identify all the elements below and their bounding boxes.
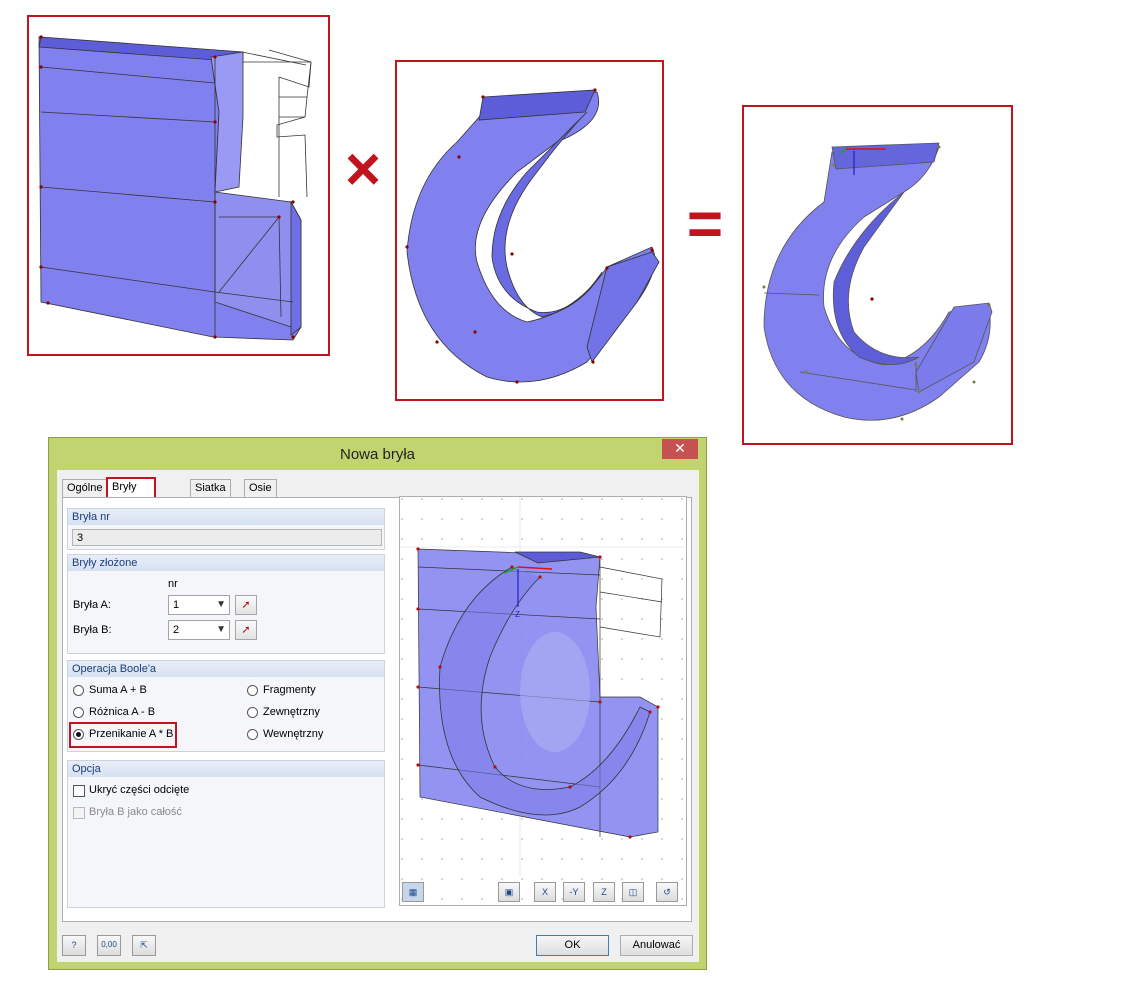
solid-a-label: Bryła A: <box>73 599 111 611</box>
new-solid-dialog: Nowa bryła ✕ Ogólne Bryły złożone Siatka… <box>48 437 707 970</box>
radio-internal[interactable] <box>247 729 258 740</box>
display-options-icon[interactable]: ▦ <box>402 882 424 902</box>
tab-fe-mesh[interactable]: Siatka ES <box>190 479 231 511</box>
solid-a-select[interactable]: 1 ▼ <box>168 595 230 615</box>
option-header: Opcja <box>68 761 384 777</box>
solid-no-header: Bryła nr <box>68 509 384 525</box>
equals-operator: = <box>686 190 724 259</box>
view-z-icon[interactable]: Z <box>593 882 615 902</box>
solid-a-drawing <box>38 35 312 341</box>
isometric-view-icon[interactable]: ◫ <box>622 882 644 902</box>
internal-label: Wewnętrzny <box>263 728 324 740</box>
option-group: Opcja Ukryć części odcięte Bryła B jako … <box>67 760 385 908</box>
pick-cursor-icon: ➚ <box>241 624 251 636</box>
close-button[interactable]: ✕ <box>662 439 698 459</box>
tab-axes[interactable]: Osie <box>244 479 277 497</box>
nr-column-header: nr <box>168 578 178 590</box>
pick-solid-a-button[interactable]: ➚ <box>235 595 257 615</box>
radio-fragments[interactable] <box>247 685 258 696</box>
union-label: Suma A + B <box>89 684 147 696</box>
boolean-group: Operacja Boole'a Suma A + B Różnica A - … <box>67 660 385 752</box>
preview-drawing: Z <box>400 497 686 905</box>
pick-from-graphics-icon[interactable]: ⇱ <box>132 935 156 956</box>
view-x-icon[interactable]: X <box>534 882 556 902</box>
radio-difference[interactable] <box>73 707 84 718</box>
result-panel <box>742 105 1013 445</box>
dialog-title: Nowa bryła <box>339 446 416 463</box>
composite-header: Bryły złożone <box>68 555 384 571</box>
preview-z-axis-label: Z <box>515 610 520 619</box>
solid-no-group: Bryła nr 3 <box>67 508 385 550</box>
external-label: Zewnętrzny <box>263 706 320 718</box>
help-icon[interactable]: ? <box>62 935 86 956</box>
preview-panel[interactable]: Z ▦ ▣ X -Y Z ◫ ↺ <box>399 496 687 906</box>
cancel-button[interactable]: Anulować <box>620 935 693 956</box>
hide-cut-label: Ukryć części odcięte <box>89 784 190 796</box>
radio-external[interactable] <box>247 707 258 718</box>
solid-b-value: 2 <box>173 624 180 636</box>
hide-cut-checkbox[interactable] <box>73 785 85 797</box>
composite-group: Bryły złożone nr Bryła A: 1 ▼ ➚ Bryła B:… <box>67 554 385 654</box>
tab-general[interactable]: Ogólne <box>62 479 108 497</box>
dialog-client: Ogólne Bryły złożone Siatka ES Osie Brył… <box>57 470 699 962</box>
result-drawing <box>762 142 993 421</box>
chevron-down-icon: ▼ <box>216 599 226 610</box>
reset-view-icon[interactable]: ↺ <box>656 882 678 902</box>
units-icon[interactable]: 0,00 <box>97 935 121 956</box>
tab-panel: Bryła nr 3 Bryły złożone nr Bryła A: 1 ▼… <box>62 496 692 922</box>
boolean-header: Operacja Boole'a <box>68 661 384 677</box>
difference-label: Różnica A - B <box>89 706 156 718</box>
chevron-down-icon: ▼ <box>216 624 226 635</box>
solid-b-panel <box>395 60 664 401</box>
solid-b-drawing <box>405 88 660 384</box>
pick-cursor-icon: ➚ <box>241 599 251 611</box>
solid-b-whole-label: Bryła B jako całość <box>89 806 182 818</box>
fragments-label: Fragmenty <box>263 684 316 696</box>
radio-union[interactable] <box>73 685 84 696</box>
solid-a-value: 1 <box>173 599 180 611</box>
solid-a-panel <box>27 15 330 356</box>
pick-solid-b-button[interactable]: ➚ <box>235 620 257 640</box>
radio-intersection[interactable] <box>73 729 84 740</box>
intersection-label: Przenikanie A * B <box>89 728 174 740</box>
ok-button[interactable]: OK <box>536 935 609 956</box>
view-mode-icon[interactable]: ▣ <box>498 882 520 902</box>
solid-b-select[interactable]: 2 ▼ <box>168 620 230 640</box>
solid-b-whole-checkbox[interactable] <box>73 807 85 819</box>
times-operator: × <box>344 135 382 204</box>
solid-no-field[interactable]: 3 <box>72 529 382 546</box>
solid-b-label: Bryła B: <box>73 624 112 636</box>
view-neg-y-icon[interactable]: -Y <box>563 882 585 902</box>
